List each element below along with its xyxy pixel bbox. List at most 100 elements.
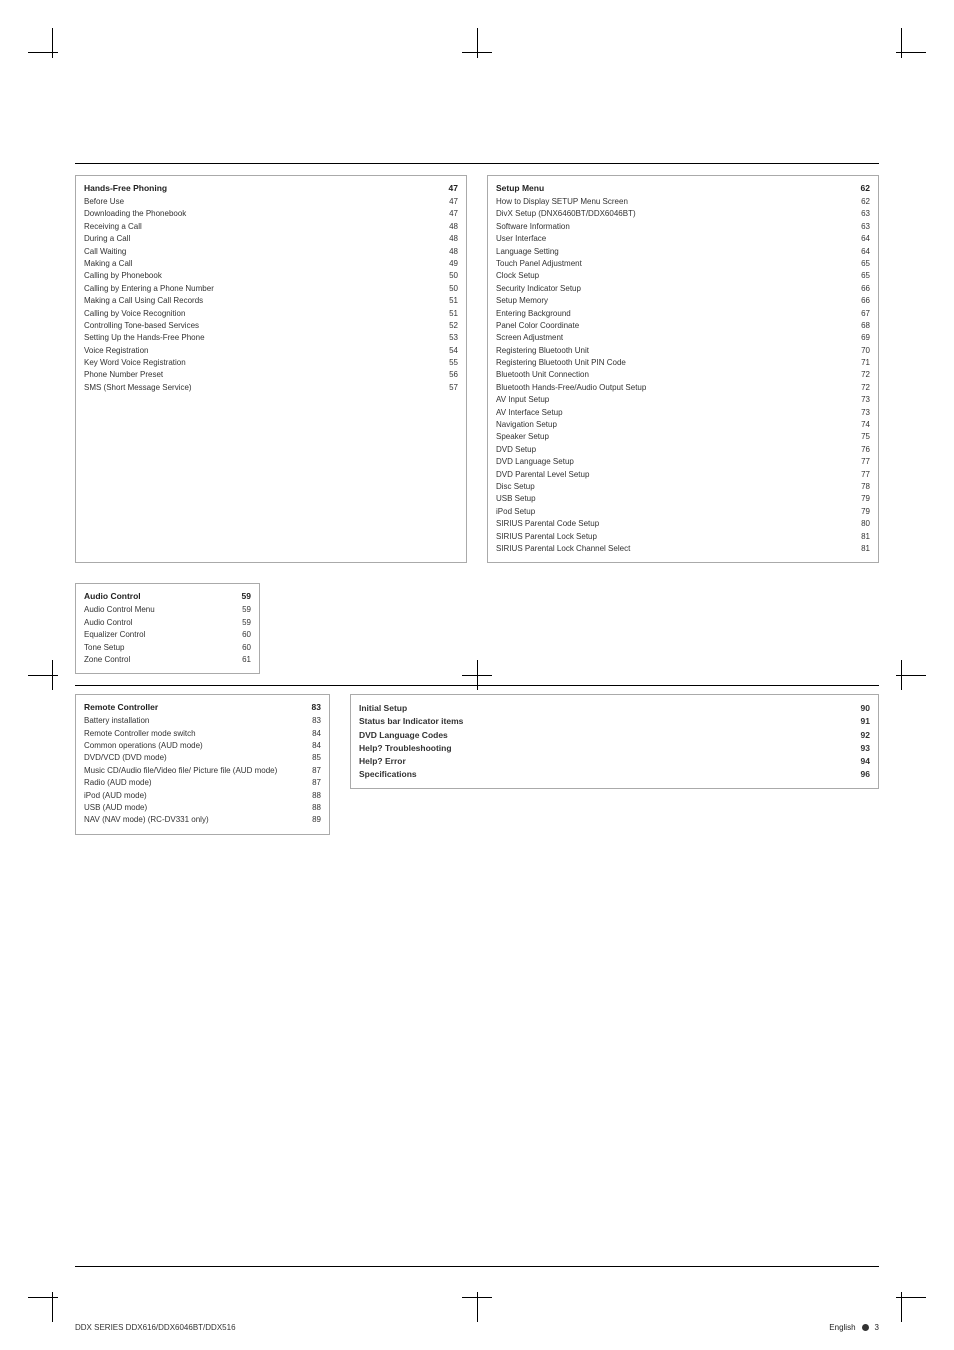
toc-entry-label: SIRIUS Parental Lock Channel Select: [496, 543, 852, 555]
toc-entry-page: 72: [852, 369, 870, 381]
toc-entry-row: SIRIUS Parental Lock Channel Select81: [496, 543, 870, 555]
bottom-right: Initial Setup90Status bar Indicator item…: [350, 694, 879, 835]
toc-entry-page: 76: [852, 444, 870, 456]
toc-title-label: Audio Control: [84, 591, 141, 601]
toc-entry-page: 60: [233, 642, 251, 654]
toc-entry-row: Common operations (AUD mode)84: [84, 740, 321, 752]
toc-entry-row: Setting Up the Hands-Free Phone53: [84, 332, 458, 344]
toc-entry-page: 47: [440, 208, 458, 220]
toc-entry-label: Speaker Setup: [496, 431, 852, 443]
toc-entry-page: 65: [852, 258, 870, 270]
toc-entry-label: Call Waiting: [84, 246, 440, 258]
toc-entry-row: Downloading the Phonebook47: [84, 208, 458, 220]
top-section: Hands-Free Phoning 47 Before Use47Downlo…: [75, 175, 879, 563]
toc-entry-row: Call Waiting48: [84, 246, 458, 258]
toc-entry-row: iPod (AUD mode)88: [84, 790, 321, 802]
toc-entry-page: 49: [440, 258, 458, 270]
toc-entries: Audio Control Menu59Audio Control59Equal…: [84, 604, 251, 666]
top-rule: [75, 163, 879, 164]
toc-entry-page: 64: [852, 233, 870, 245]
toc-entry-label: Setting Up the Hands-Free Phone: [84, 332, 440, 344]
toc-entry-page: 77: [852, 456, 870, 468]
footer-series: DDX SERIES DDX616/DDX6046BT/DDX516: [75, 1323, 236, 1332]
toc-entry-row: Disc Setup78: [496, 481, 870, 493]
toc-entry-page: 89: [303, 814, 321, 826]
toc-entry-row: Zone Control61: [84, 654, 251, 666]
toc-entry-row: How to Display SETUP Menu Screen62: [496, 196, 870, 208]
toc-entry-page: 47: [440, 196, 458, 208]
toc-title-page: 62: [861, 183, 870, 193]
toc-entry-page: 93: [852, 742, 870, 755]
toc-entry-row: Initial Setup90: [359, 702, 870, 715]
toc-entry-row: USB (AUD mode)88: [84, 802, 321, 814]
toc-entry-page: 87: [303, 765, 321, 777]
crop-mark: [52, 660, 53, 690]
toc-entry-row: Bluetooth Hands-Free/Audio Output Setup7…: [496, 382, 870, 394]
toc-entry-label: Tone Setup: [84, 642, 233, 654]
toc-entry-label: Navigation Setup: [496, 419, 852, 431]
footer-page: 3: [875, 1323, 879, 1332]
toc-entry-label: NAV (NAV mode) (RC-DV331 only): [84, 814, 303, 826]
toc-entry-label: Bluetooth Hands-Free/Audio Output Setup: [496, 382, 852, 394]
toc-entry-label: Controlling Tone-based Services: [84, 320, 440, 332]
toc-entry-label: Initial Setup: [359, 702, 852, 715]
bottom-rule: [75, 1266, 879, 1267]
toc-entry-label: Calling by Voice Recognition: [84, 308, 440, 320]
toc-entry-row: Specifications96: [359, 768, 870, 781]
toc-entry-row: Status bar Indicator items91: [359, 715, 870, 728]
toc-entry-label: Registering Bluetooth Unit: [496, 345, 852, 357]
toc-entry-row: Touch Panel Adjustment65: [496, 258, 870, 270]
toc-entry-page: 50: [440, 283, 458, 295]
toc-entry-label: DVD Language Codes: [359, 729, 852, 742]
toc-entry-label: DivX Setup (DNX6460BT/DDX6046BT): [496, 208, 852, 220]
toc-entry-page: 64: [852, 246, 870, 258]
toc-entry-label: Clock Setup: [496, 270, 852, 282]
toc-entry-page: 69: [852, 332, 870, 344]
toc-entry-page: 73: [852, 394, 870, 406]
toc-section-title: Setup Menu 62: [496, 183, 870, 193]
toc-entry-row: Help? Troubleshooting93: [359, 742, 870, 755]
toc-entry-row: Tone Setup60: [84, 642, 251, 654]
toc-box-audio-control: Audio Control 59 Audio Control Menu59Aud…: [75, 583, 260, 674]
toc-entry-row: Controlling Tone-based Services52: [84, 320, 458, 332]
toc-title-page: 83: [312, 702, 321, 712]
toc-entry-page: 57: [440, 382, 458, 394]
toc-entry-label: Entering Background: [496, 308, 852, 320]
toc-entry-page: 75: [852, 431, 870, 443]
toc-entry-label: Audio Control: [84, 617, 233, 629]
toc-entry-label: SIRIUS Parental Lock Setup: [496, 531, 852, 543]
toc-entry-row: DivX Setup (DNX6460BT/DDX6046BT)63: [496, 208, 870, 220]
toc-entry-page: 60: [233, 629, 251, 641]
toc-entry-page: 70: [852, 345, 870, 357]
toc-entry-page: 66: [852, 283, 870, 295]
toc-entry-row: Making a Call49: [84, 258, 458, 270]
crop-mark: [477, 28, 478, 58]
toc-entry-page: 92: [852, 729, 870, 742]
mid-right-spacer: [280, 583, 879, 674]
footer-dot: [862, 1324, 869, 1331]
toc-entry-row: Speaker Setup75: [496, 431, 870, 443]
toc-entry-page: 61: [233, 654, 251, 666]
toc-entry-page: 79: [852, 506, 870, 518]
toc-entry-page: 48: [440, 246, 458, 258]
toc-entry-row: Music CD/Audio file/Video file/ Picture …: [84, 765, 321, 777]
crop-mark: [52, 1292, 53, 1322]
toc-entry-label: DVD/VCD (DVD mode): [84, 752, 303, 764]
toc-entry-page: 54: [440, 345, 458, 357]
toc-title-label: Setup Menu: [496, 183, 544, 193]
toc-entry-label: Radio (AUD mode): [84, 777, 303, 789]
toc-entry-label: DVD Language Setup: [496, 456, 852, 468]
toc-entry-row: During a Call48: [84, 233, 458, 245]
toc-entry-label: Specifications: [359, 768, 852, 781]
toc-entry-label: Screen Adjustment: [496, 332, 852, 344]
toc-entry-page: 74: [852, 419, 870, 431]
toc-entry-label: Common operations (AUD mode): [84, 740, 303, 752]
toc-entry-page: 55: [440, 357, 458, 369]
toc-entry-label: Registering Bluetooth Unit PIN Code: [496, 357, 852, 369]
toc-entry-page: 71: [852, 357, 870, 369]
toc-entry-page: 88: [303, 790, 321, 802]
crop-mark: [28, 52, 58, 53]
toc-entry-label: Voice Registration: [84, 345, 440, 357]
toc-entry-page: 77: [852, 469, 870, 481]
toc-entry-row: Bluetooth Unit Connection72: [496, 369, 870, 381]
